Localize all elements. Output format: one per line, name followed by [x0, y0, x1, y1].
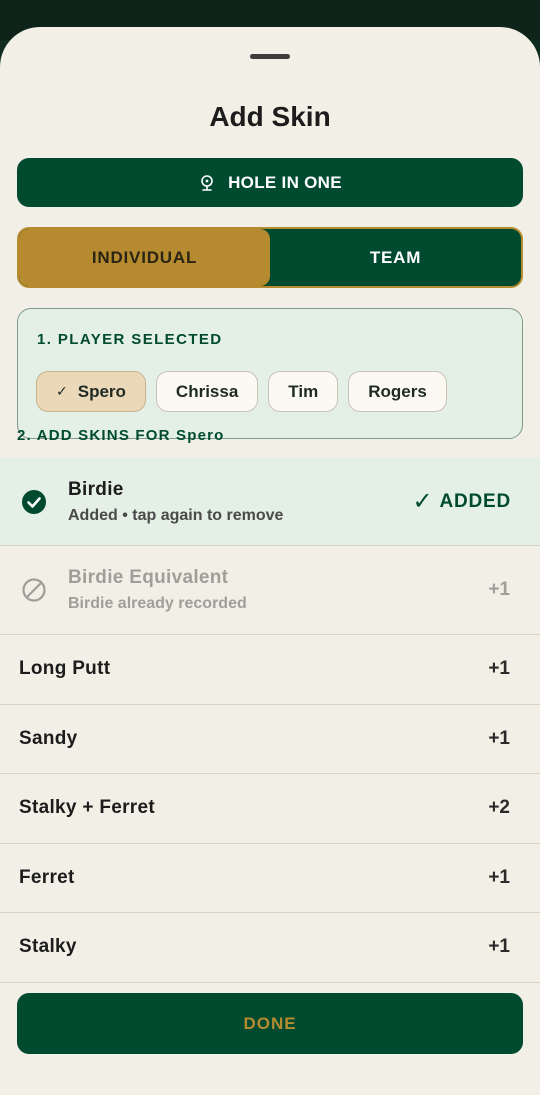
- skin-row-ferret[interactable]: Ferret +1: [0, 844, 540, 913]
- skin-subtitle: Added • tap again to remove: [68, 506, 284, 524]
- skin-row-text: Birdie Added • tap again to remove: [68, 479, 283, 525]
- skin-row-long-putt[interactable]: Long Putt +1: [0, 635, 540, 705]
- done-button[interactable]: DONE: [17, 993, 523, 1054]
- toggle-individual[interactable]: INDIVIDUAL: [19, 229, 270, 286]
- skin-value: +2: [488, 797, 510, 819]
- skin-row-text: Long Putt: [19, 658, 110, 680]
- skin-value: +1: [488, 936, 510, 958]
- skin-list: Birdie Added • tap again to remove ✓ ADD…: [0, 458, 540, 983]
- skin-row-text: Stalky + Ferret: [19, 797, 155, 819]
- skin-value: +1: [488, 579, 510, 600]
- player-selection-panel: 1. PLAYER SELECTED ✓ Spero Chrissa Tim R…: [17, 308, 523, 439]
- player-chip-label: Chrissa: [175, 381, 239, 401]
- skin-name: Stalky + Ferret: [19, 797, 155, 819]
- skins-section-label: 2. ADD SKINS FOR Spero: [17, 427, 225, 444]
- skin-subtitle: Birdie already recorded: [68, 595, 247, 612]
- check-circle-icon: [22, 489, 46, 514]
- mode-toggle: INDIVIDUAL TEAM: [17, 227, 523, 288]
- hole-in-one-button[interactable]: HOLE IN ONE: [17, 158, 523, 207]
- skin-row-sandy[interactable]: Sandy +1: [0, 705, 540, 774]
- player-chip-chrissa[interactable]: Chrissa: [155, 371, 259, 412]
- golf-pin-icon: [201, 174, 213, 191]
- player-chip-rogers[interactable]: Rogers: [348, 371, 447, 412]
- skin-value: +1: [488, 727, 510, 749]
- skin-row-text: Stalky: [19, 936, 77, 958]
- player-chip-tim[interactable]: Tim: [268, 371, 339, 412]
- check-icon: ✓: [56, 383, 68, 399]
- skin-value: +1: [488, 866, 510, 888]
- skin-value: +1: [488, 658, 510, 680]
- skin-row-birdie-equivalent: Birdie Equivalent Birdie already recorde…: [0, 546, 540, 635]
- player-chip-label: Rogers: [368, 381, 427, 401]
- hole-in-one-label: HOLE IN ONE: [228, 172, 342, 192]
- skin-row-text: Sandy: [19, 728, 78, 750]
- player-chip-label: Spero: [77, 381, 126, 401]
- skin-name: Sandy: [19, 727, 78, 749]
- skin-name: Ferret: [19, 866, 75, 888]
- blocked-icon: [22, 578, 46, 602]
- player-section-label: 1. PLAYER SELECTED: [37, 331, 223, 348]
- added-badge-label: ADDED: [439, 490, 511, 512]
- skin-name: Long Putt: [19, 658, 111, 680]
- skin-name: Birdie Equivalent: [68, 567, 229, 588]
- player-chip-spero[interactable]: ✓ Spero: [36, 371, 146, 412]
- skin-row-text: Ferret: [19, 867, 75, 889]
- skin-row-text: Birdie Equivalent Birdie already recorde…: [68, 567, 247, 613]
- skin-row-birdie[interactable]: Birdie Added • tap again to remove ✓ ADD…: [0, 458, 540, 546]
- skin-row-stalky[interactable]: Stalky +1: [0, 913, 540, 983]
- drag-handle[interactable]: [250, 54, 290, 59]
- player-chips: ✓ Spero Chrissa Tim Rogers: [36, 371, 447, 412]
- sheet-title: Add Skin: [209, 101, 331, 132]
- skin-name: Birdie: [68, 478, 124, 500]
- skin-row-stalky-ferret[interactable]: Stalky + Ferret +2: [0, 774, 540, 844]
- player-chip-label: Tim: [288, 381, 319, 401]
- added-badge: ✓ ADDED: [413, 487, 511, 516]
- checkmark-icon: ✓: [412, 488, 434, 515]
- toggle-team[interactable]: TEAM: [270, 229, 521, 286]
- skin-name: Stalky: [19, 936, 77, 958]
